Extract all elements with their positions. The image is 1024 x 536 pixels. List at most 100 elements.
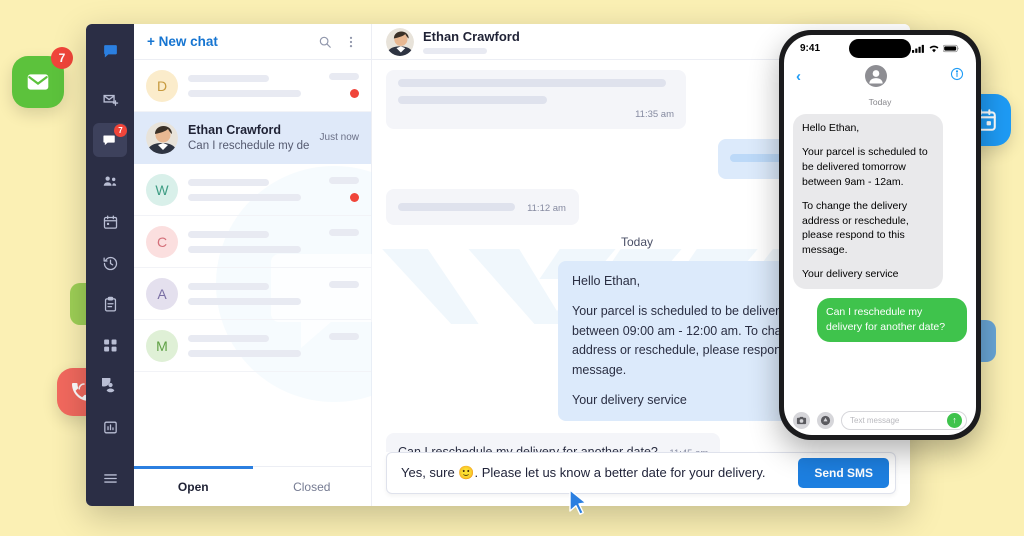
phone-input-bar: Text message ↑ <box>784 405 976 435</box>
row-meta <box>329 229 359 254</box>
avatar-photo-icon <box>146 121 178 154</box>
incoming-message-bubble[interactable]: Can I reschedule my delivery for another… <box>386 433 721 452</box>
chevron-left-icon[interactable]: ‹ <box>796 68 801 85</box>
battery-icon <box>943 44 959 52</box>
arrow-up-icon[interactable]: ↑ <box>947 412 962 428</box>
row-meta <box>329 73 359 98</box>
sidebar-item-contacts[interactable] <box>93 164 127 198</box>
row-placeholder <box>188 282 319 305</box>
avatar: C <box>146 225 178 258</box>
sidebar-item-inbox[interactable]: 7 <box>93 123 127 157</box>
chat-list-panel: + New chat D Ethan Crawford Can I resche… <box>134 24 452 506</box>
send-sms-button[interactable]: Send SMS <box>798 458 889 488</box>
contact-name: Ethan Crawford <box>188 123 282 137</box>
hamburger-menu-icon <box>103 474 117 483</box>
message-bubble-placeholder[interactable]: 11:35 am <box>386 70 686 129</box>
tab-closed[interactable]: Closed <box>253 467 372 506</box>
bar-chart-icon <box>103 421 117 433</box>
inbox-badge: 7 <box>114 124 127 137</box>
sms-text-input[interactable]: Text message ↑ <box>841 410 967 430</box>
cellular-signal-icon <box>912 44 924 53</box>
user-circle-icon <box>101 377 114 392</box>
mail-badge: 7 <box>51 47 73 69</box>
row-placeholder <box>188 334 319 357</box>
camera-icon[interactable] <box>793 411 810 429</box>
dynamic-island <box>849 39 911 58</box>
chat-rows: D Ethan Crawford Can I reschedule my de … <box>134 60 371 466</box>
sms-line-1: Your parcel is scheduled to be delivered… <box>802 145 928 188</box>
list-item[interactable]: C <box>134 216 371 268</box>
row-meta <box>329 281 359 306</box>
app-store-icon[interactable] <box>817 411 834 429</box>
date-divider: Today <box>868 97 892 107</box>
message-bubble-placeholder[interactable]: 11:12 am <box>386 189 579 225</box>
mouse-cursor <box>569 489 587 515</box>
calendar-icon <box>103 214 117 229</box>
people-icon <box>103 176 116 186</box>
row-meta <box>329 177 359 202</box>
more-vertical-icon[interactable] <box>344 35 358 49</box>
phone-status-bar: 9:41 <box>784 35 976 61</box>
unread-dot <box>350 89 359 98</box>
list-item[interactable]: W <box>134 164 371 216</box>
list-item[interactable]: A <box>134 268 371 320</box>
row-placeholder <box>188 230 319 253</box>
row-text: Ethan Crawford Can I reschedule my deliv… <box>188 123 310 152</box>
sidebar-item-compose[interactable] <box>93 82 127 116</box>
info-circle-icon[interactable] <box>950 67 964 86</box>
tab-open[interactable]: Open <box>134 466 253 506</box>
user-avatar-icon[interactable] <box>864 65 887 87</box>
sidebar-item-calendar[interactable] <box>93 205 127 239</box>
message-input[interactable]: Yes, sure 🙂. Please let us know a better… <box>401 465 798 481</box>
unread-dot <box>350 193 359 202</box>
status-time: 9:41 <box>800 42 821 54</box>
message-preview: Can I reschedule my delivery... <box>188 140 310 152</box>
row-placeholder <box>188 74 319 97</box>
sidebar-item-apps[interactable] <box>93 328 127 362</box>
wifi-icon <box>929 45 939 52</box>
list-item-ethan-crawford[interactable]: Ethan Crawford Can I reschedule my deliv… <box>134 112 371 164</box>
sidebar-item-logo[interactable] <box>93 34 127 68</box>
timestamp: 11:45 am <box>669 448 708 452</box>
list-filter-tabs: Open Closed <box>134 466 371 506</box>
sms-greeting: Hello Ethan, <box>802 122 860 134</box>
new-chat-button[interactable]: + New chat <box>147 34 306 49</box>
search-icon[interactable] <box>318 35 332 49</box>
sidebar-item-menu[interactable] <box>102 470 119 492</box>
timestamp: 11:12 am <box>527 203 566 214</box>
input-placeholder: Text message <box>850 415 900 425</box>
timestamp: 11:35 am <box>635 109 674 120</box>
received-sms-bubble[interactable]: Hello Ethan, Your parcel is scheduled to… <box>793 114 943 290</box>
phone-message-thread: Today Hello Ethan, Your parcel is schedu… <box>784 91 976 405</box>
message-text: Can I reschedule my delivery for another… <box>398 445 658 452</box>
sidebar-item-notes[interactable] <box>93 287 127 321</box>
sent-sms-bubble[interactable]: Can I reschedule my delivery for another… <box>817 298 967 342</box>
subtitle-placeholder <box>423 48 487 54</box>
phone-screen: 9:41 ‹ Today Hello Ethan, Your parcel is… <box>784 35 976 435</box>
page-title: Ethan Crawford <box>423 29 520 44</box>
sms-line-2: To change the delivery address or resche… <box>802 199 909 257</box>
list-item[interactable]: M <box>134 320 371 372</box>
avatar <box>146 121 178 154</box>
avatar: A <box>146 277 178 310</box>
sms-signature: Your delivery service <box>802 268 899 281</box>
clipboard-icon <box>104 296 116 312</box>
timestamp: Just now <box>319 132 359 143</box>
clock-history-icon <box>102 256 117 270</box>
conversation-title-group: Ethan Crawford <box>423 29 520 54</box>
avatar: M <box>146 329 178 362</box>
list-item[interactable]: D <box>134 60 371 112</box>
sidebar-item-account[interactable] <box>93 369 127 403</box>
sidebar-item-history[interactable] <box>93 246 127 280</box>
navigation-rail: 7 <box>86 24 134 506</box>
grid-apps-icon <box>103 338 117 352</box>
row-meta: Just now <box>320 132 359 143</box>
message-composer[interactable]: Yes, sure 🙂. Please let us know a better… <box>386 452 896 494</box>
avatar: D <box>146 69 178 102</box>
phone-nav-bar: ‹ <box>784 61 976 91</box>
sidebar-item-reports[interactable] <box>93 410 127 444</box>
chat-list-header: + New chat <box>134 24 371 60</box>
mail-app-icon[interactable]: 7 <box>12 47 73 108</box>
avatar-photo-icon <box>386 27 414 56</box>
avatar <box>386 27 414 56</box>
